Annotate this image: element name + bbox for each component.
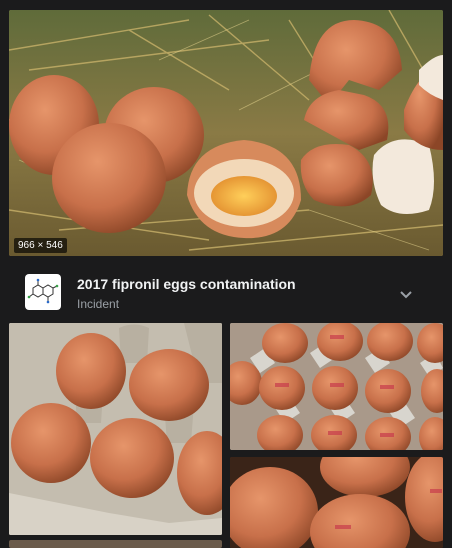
eggs-in-straw-illustration: [9, 10, 443, 256]
chevron-down-icon[interactable]: [396, 284, 416, 304]
image-result-egg-carton[interactable]: [9, 323, 222, 535]
egg-tray-illustration: [230, 323, 443, 450]
knowledge-result-row[interactable]: 2017 fipronil eggs contamination Inciden…: [0, 262, 452, 322]
image-result-egg-tray-stamped[interactable]: [230, 323, 443, 450]
egg-carton-illustration: [9, 323, 222, 535]
image-dimensions-badge: 966 × 546: [14, 238, 67, 253]
hero-image[interactable]: 966 × 546: [9, 10, 443, 256]
image-result-eggs-closeup[interactable]: [230, 457, 443, 548]
result-title[interactable]: 2017 fipronil eggs contamination: [77, 276, 296, 292]
eggs-closeup-illustration: [230, 457, 443, 548]
image-result-partial[interactable]: [9, 540, 222, 548]
result-category: Incident: [77, 297, 120, 311]
chemical-structure-icon: [25, 274, 61, 310]
